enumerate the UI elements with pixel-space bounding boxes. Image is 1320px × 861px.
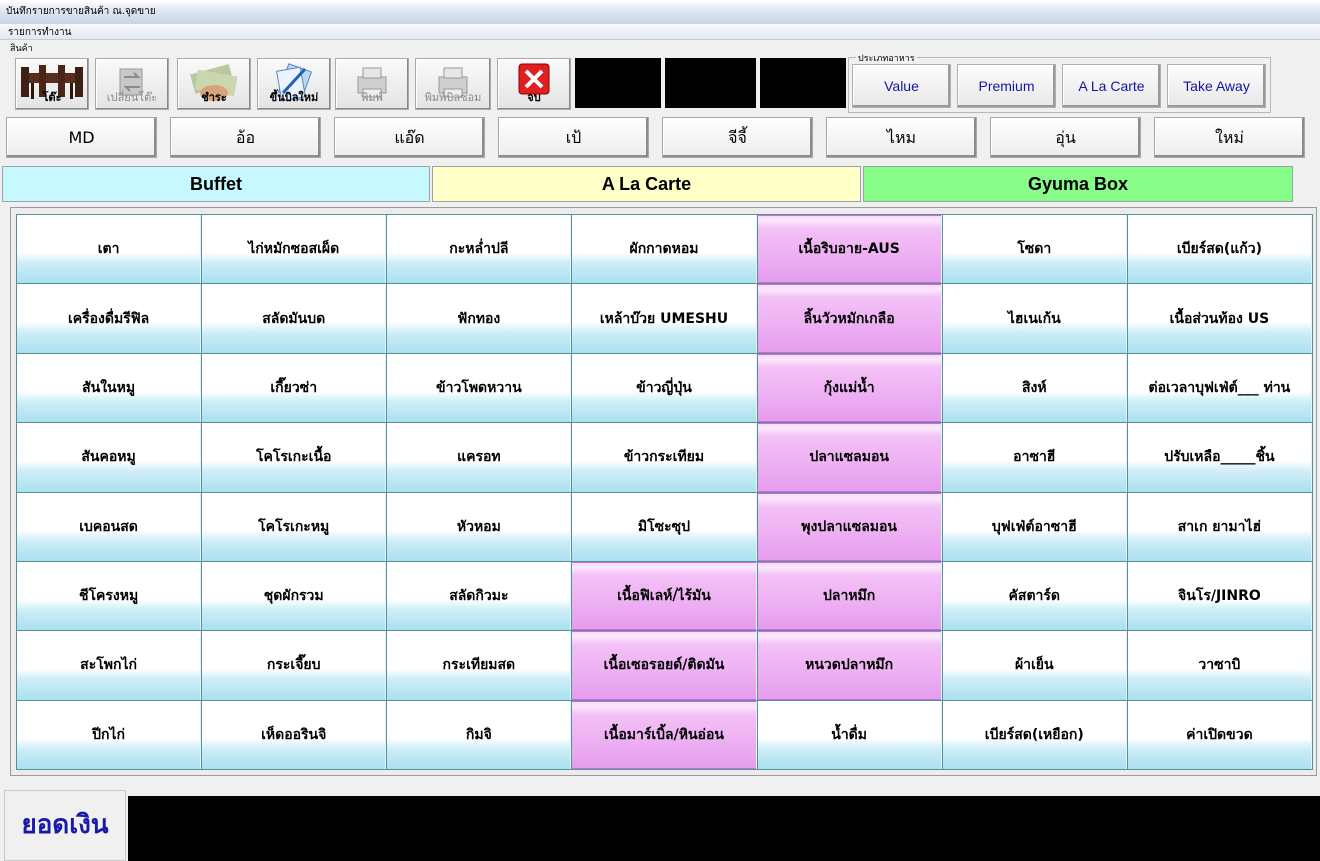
product-button[interactable]: เนื้อฟิเลห์/ไร้มัน bbox=[572, 561, 757, 631]
product-button[interactable]: ปลาหมึก bbox=[757, 561, 942, 631]
exit-button[interactable]: จบ bbox=[497, 58, 571, 110]
product-button[interactable]: เห็ดออรินจิ bbox=[202, 700, 387, 769]
staff-button-8[interactable]: ใหม่ bbox=[1154, 117, 1305, 158]
display-panel-1 bbox=[575, 58, 661, 108]
product-button[interactable]: ชีโครงหมู bbox=[17, 561, 202, 631]
menu-item-work-list[interactable]: รายการทำงาน bbox=[8, 27, 71, 38]
category-tab-buffet[interactable]: Buffet bbox=[2, 166, 430, 202]
staff-button-3[interactable]: แอ๊ด bbox=[334, 117, 485, 158]
food-type-premium-button[interactable]: Premium bbox=[957, 64, 1056, 108]
food-type-alacarte-button[interactable]: A La Carte bbox=[1062, 64, 1161, 108]
product-button[interactable]: สลัดกิวมะ bbox=[387, 561, 572, 631]
product-button[interactable]: ข้าวกระเทียม bbox=[572, 423, 757, 492]
product-button[interactable]: มิโซะซุป bbox=[572, 492, 757, 561]
product-button[interactable]: เกี๊ยวซ่า bbox=[202, 353, 387, 423]
product-button[interactable]: ต่อเวลาบุฟเฟ่ต์___ ท่าน bbox=[1127, 353, 1312, 423]
product-button[interactable]: เนื้อส่วนท้อง US bbox=[1127, 284, 1312, 353]
product-button[interactable]: ข้าวญี่ปุ่น bbox=[572, 353, 757, 423]
pay-button[interactable]: ชำระ bbox=[177, 58, 251, 110]
print-button[interactable]: พิมพ์ bbox=[335, 58, 409, 110]
product-button[interactable]: แครอท bbox=[387, 423, 572, 492]
table-button-label: โต๊ะ bbox=[42, 91, 62, 104]
print-repair-bill-button-label: พิมพ์บิลซ่อม bbox=[424, 91, 482, 104]
product-grid: เตา ไก่หมักซอสเผ็ด กะหล่ำปลี ผักกาดหอม เนื้อ… bbox=[16, 214, 1313, 770]
product-button[interactable]: ไฮเนเก้น bbox=[942, 284, 1127, 353]
product-button[interactable]: โคโรเกะเนื้อ bbox=[202, 423, 387, 492]
product-button[interactable]: ไก่หมักซอสเผ็ด bbox=[202, 215, 387, 284]
product-button[interactable]: ผ้าเย็น bbox=[942, 631, 1127, 700]
total-amount-display bbox=[128, 796, 1320, 861]
product-button[interactable]: ฟักทอง bbox=[387, 284, 572, 353]
product-button[interactable]: สะโพกไก่ bbox=[17, 631, 202, 700]
window-title: บันทึกรายการขายสินค้า ณ.จุดขาย bbox=[0, 0, 1320, 24]
product-button[interactable]: เบคอนสด bbox=[17, 492, 202, 561]
product-group-label: สินค้า bbox=[8, 41, 35, 55]
menu-bar[interactable]: รายการทำงาน bbox=[0, 24, 1320, 40]
total-amount-label: ยอดเงิน bbox=[4, 790, 126, 861]
product-button[interactable]: เนื้อเซอรอยด์/ติดมัน bbox=[572, 631, 757, 700]
food-type-group-label: ประเภทอาหาร bbox=[856, 51, 917, 65]
product-button[interactable]: หนวดปลาหมึก bbox=[757, 631, 942, 700]
product-button[interactable]: เหล้าบ๊วย UMESHU bbox=[572, 284, 757, 353]
product-button[interactable]: จินโร/JINRO bbox=[1127, 561, 1312, 631]
product-button[interactable]: ผักกาดหอม bbox=[572, 215, 757, 284]
product-button[interactable]: ลิ้นวัวหมักเกลือ bbox=[757, 284, 942, 353]
product-button[interactable]: กระเทียมสด bbox=[387, 631, 572, 700]
product-button[interactable]: หัวหอม bbox=[387, 492, 572, 561]
product-button[interactable]: บุฟเฟ่ต์อาซาฮี bbox=[942, 492, 1127, 561]
new-bill-button[interactable]: ขึ้นบิลใหม่ bbox=[257, 58, 331, 110]
staff-button-md[interactable]: MD bbox=[6, 117, 157, 158]
table-button[interactable]: โต๊ะ bbox=[15, 58, 89, 110]
new-bill-button-label: ขึ้นบิลใหม่ bbox=[269, 91, 319, 104]
product-button[interactable]: กุ้งแม่น้ำ bbox=[757, 353, 942, 423]
product-button[interactable]: โคโรเกะหมู bbox=[202, 492, 387, 561]
print-button-label: พิมพ์ bbox=[361, 91, 383, 104]
food-type-takeaway-button[interactable]: Take Away bbox=[1167, 64, 1266, 108]
product-button[interactable]: ค่าเปิดขวด bbox=[1127, 700, 1312, 769]
product-button[interactable]: สลัดมันบด bbox=[202, 284, 387, 353]
display-panel-3 bbox=[760, 58, 846, 108]
product-button[interactable]: เบียร์สด(แก้ว) bbox=[1127, 215, 1312, 284]
pay-button-label: ชำระ bbox=[201, 91, 227, 104]
product-button[interactable]: ปรับเหลือ_____ชิ้น bbox=[1127, 423, 1312, 492]
product-button[interactable]: สันคอหมู bbox=[17, 423, 202, 492]
category-tab-alacarte[interactable]: A La Carte bbox=[432, 166, 861, 202]
change-table-button[interactable]: เปลี่ยนโต๊ะ bbox=[95, 58, 169, 110]
product-button[interactable]: ปีกไก่ bbox=[17, 700, 202, 769]
product-button[interactable]: กระเจี๊ยบ bbox=[202, 631, 387, 700]
change-table-button-label: เปลี่ยนโต๊ะ bbox=[106, 91, 158, 104]
product-button[interactable]: คัสตาร์ด bbox=[942, 561, 1127, 631]
staff-button-6[interactable]: ไหม bbox=[826, 117, 977, 158]
display-panel-2 bbox=[665, 58, 756, 108]
product-button[interactable]: เตา bbox=[17, 215, 202, 284]
product-button[interactable]: เบียร์สด(เหยือก) bbox=[942, 700, 1127, 769]
staff-button-5[interactable]: จีจี้ bbox=[662, 117, 813, 158]
product-button[interactable]: น้ำดื่ม bbox=[757, 700, 942, 769]
food-type-value-button[interactable]: Value bbox=[852, 64, 951, 108]
product-button[interactable]: สันในหมู bbox=[17, 353, 202, 423]
staff-button-7[interactable]: อุ่น bbox=[990, 117, 1141, 158]
product-button[interactable]: ข้าวโพดหวาน bbox=[387, 353, 572, 423]
product-button[interactable]: กะหล่ำปลี bbox=[387, 215, 572, 284]
product-button[interactable]: เนื้อริบอาย-AUS bbox=[757, 215, 942, 284]
product-button[interactable]: อาซาฮี bbox=[942, 423, 1127, 492]
exit-button-label: จบ bbox=[527, 91, 541, 104]
product-button[interactable]: เครื่องดื่มรีฟิล bbox=[17, 284, 202, 353]
category-tab-gyuma-box[interactable]: Gyuma Box bbox=[863, 166, 1293, 202]
product-button[interactable]: ปลาแซลมอน bbox=[757, 423, 942, 492]
product-button[interactable]: โซดา bbox=[942, 215, 1127, 284]
product-button[interactable]: กิมจิ bbox=[387, 700, 572, 769]
product-button[interactable]: สิงห์ bbox=[942, 353, 1127, 423]
staff-button-4[interactable]: เป้ bbox=[498, 117, 649, 158]
product-button[interactable]: วาซาบิ bbox=[1127, 631, 1312, 700]
staff-button-2[interactable]: อ้อ bbox=[170, 117, 321, 158]
print-repair-bill-button[interactable]: พิมพ์บิลซ่อม bbox=[415, 58, 491, 110]
product-button[interactable]: เนื้อมาร์เบิ้ล/หินอ่อน bbox=[572, 700, 757, 769]
product-button[interactable]: สาเก ยามาไฮ่ bbox=[1127, 492, 1312, 561]
product-button[interactable]: พุงปลาแซลมอน bbox=[757, 492, 942, 561]
product-button[interactable]: ชุดผักรวม bbox=[202, 561, 387, 631]
